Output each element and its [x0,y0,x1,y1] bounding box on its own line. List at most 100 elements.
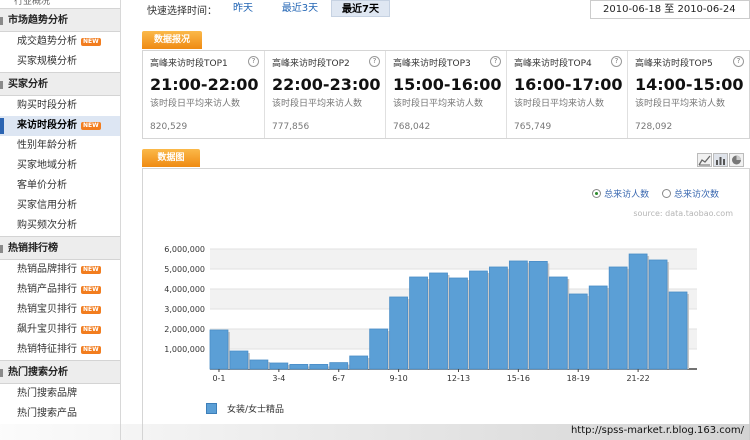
y-tick-label: 2,000,000 [164,325,205,334]
quick-option-3days[interactable]: 最近3天 [276,0,324,17]
sidebar-item-label: 买家规模分析 [17,56,77,67]
bar [389,296,408,370]
sidebar-item-label: 买家信用分析 [17,200,77,211]
chart-type-switcher [696,153,744,167]
sidebar-item[interactable]: 买家信用分析 [0,196,120,216]
new-badge: NEW [81,306,101,314]
new-badge: NEW [81,38,101,46]
sidebar-item-label: 热门搜索品牌 [17,388,77,399]
sidebar-item-label: 购买频次分析 [17,220,77,231]
bar [429,272,448,370]
bar [349,355,369,370]
watermark-text: http://spss-market.r.blog.163.com/ [570,425,744,436]
quick-select-label: 快速选择时间： [147,6,217,17]
bar [508,260,528,370]
card-value: 728,092 [635,122,673,132]
x-tick-label: 18-19 [567,374,590,383]
help-icon[interactable]: ? [369,56,380,67]
new-badge: NEW [81,286,101,294]
card-time: 21:00-22:00 [150,75,259,94]
card-desc: 该时段日平均来访人数 [272,99,363,109]
sidebar-item-label: 买家地域分析 [17,160,77,171]
y-tick-label: 5,000,000 [164,265,205,274]
bar [668,291,688,370]
chart-legend: 女装/女士精品 [206,402,284,415]
bar [309,363,329,370]
help-icon[interactable]: ? [248,56,259,67]
summary-card-top4: 高峰来访时段TOP4 ? 16:00-17:00 该时段日平均来访人数 765,… [507,51,628,138]
new-badge: NEW [81,122,101,130]
sidebar-item[interactable]: 热门搜索品牌 [0,384,120,404]
card-desc: 该时段日平均来访人数 [514,99,605,109]
bar [588,285,608,370]
sidebar-item[interactable]: 成交趋势分析 NEW [0,32,120,52]
card-desc: 该时段日平均来访人数 [150,99,241,109]
sidebar-item[interactable]: 购买时段分析 [0,96,120,116]
sidebar-item-label: 性别年龄分析 [17,140,77,151]
y-tick-label: 1,000,000 [164,345,205,354]
card-desc: 该时段日平均来访人数 [635,99,726,109]
new-badge: NEW [81,346,101,354]
sidebar: 行业概况 市场趋势分析成交趋势分析 NEW 买家规模分析买家分析购买时段分析来访时段… [0,0,121,440]
quick-option-yesterday[interactable]: 昨天 [225,0,261,17]
sidebar-item[interactable]: 飙升宝贝排行 NEW [0,320,120,340]
card-title: 高峰来访时段TOP4 [514,59,592,69]
summary-card-top5: 高峰来访时段TOP5 ? 14:00-15:00 该时段日平均来访人数 728,… [628,51,749,138]
sidebar-item-label: 热销产品排行 [17,284,77,295]
sidebar-item[interactable]: 热销宝贝排行 NEW [0,300,120,320]
main-content: 快速选择时间： 昨天 最近3天 最近7天 2010-06-18 至 2010-0… [122,0,750,440]
sidebar-item-label: 热销宝贝排行 [17,304,77,315]
card-value: 765,749 [514,122,552,132]
sidebar-item[interactable]: 性别年龄分析 [0,136,120,156]
sidebar-group-title[interactable]: 热销排行榜 [0,236,120,260]
help-icon[interactable]: ? [490,56,501,67]
bar [209,329,229,370]
sidebar-item-label: 热销品牌排行 [17,264,77,275]
summary-card-top1: 高峰来访时段TOP1 ? 21:00-22:00 该时段日平均来访人数 820,… [143,51,265,138]
sidebar-item-label: 热销特征排行 [17,344,77,355]
sidebar-item[interactable]: 购买频次分析 [0,216,120,236]
card-time: 22:00-23:00 [272,75,381,94]
card-time: 16:00-17:00 [514,75,623,94]
help-icon[interactable]: ? [611,56,622,67]
x-tick-label: 6-7 [332,374,345,383]
pie-chart-icon[interactable] [729,153,744,167]
sidebar-group-title[interactable]: 买家分析 [0,72,120,96]
card-value: 768,042 [393,122,431,132]
bar [249,359,269,370]
card-title: 高峰来访时段TOP2 [272,59,350,69]
bar [489,266,508,370]
x-tick-label: 0-1 [212,374,225,383]
new-badge: NEW [81,266,101,274]
sidebar-item[interactable]: 热销产品排行 NEW [0,280,120,300]
quick-option-7days[interactable]: 最近7天 [331,0,390,17]
x-tick-label: 15-16 [507,374,530,383]
x-tick-label: 3-4 [272,374,285,383]
card-title: 高峰来访时段TOP3 [393,59,471,69]
bar-chart-icon[interactable] [713,153,728,167]
bar [329,362,349,370]
summary-card-top2: 高峰来访时段TOP2 ? 22:00-23:00 该时段日平均来访人数 777,… [265,51,386,138]
y-tick-label: 6,000,000 [164,245,205,254]
bar [229,350,249,370]
sidebar-item[interactable]: 热销特征排行 NEW [0,340,120,360]
sidebar-item-label: 成交趋势分析 [17,36,77,47]
x-tick-label: 9-10 [390,374,408,383]
sidebar-item[interactable]: 热销品牌排行 NEW [0,260,120,280]
date-range-picker[interactable]: 2010-06-18 至 2010-06-24 [590,0,750,19]
y-tick-label: 3,000,000 [164,305,205,314]
sidebar-top-fragment: 行业概况 [14,0,51,7]
sidebar-item-label: 购买时段分析 [17,100,77,111]
sidebar-item-active[interactable]: 来访时段分析 NEW [0,116,120,136]
sidebar-item[interactable]: 买家地域分析 [0,156,120,176]
bar [648,259,668,370]
bar [289,363,309,370]
area-chart-icon[interactable] [697,153,712,167]
sidebar-groups: 市场趋势分析成交趋势分析 NEW 买家规模分析买家分析购买时段分析来访时段分析 NEW… [0,8,120,424]
sidebar-group-title[interactable]: 热门搜索分析 [0,360,120,384]
sidebar-item[interactable]: 客单价分析 [0,176,120,196]
sidebar-group-title[interactable]: 市场趋势分析 [0,8,120,32]
sidebar-item[interactable]: 热门搜索产品 [0,404,120,424]
sidebar-item[interactable]: 买家规模分析 [0,52,120,72]
help-icon[interactable]: ? [733,56,744,67]
